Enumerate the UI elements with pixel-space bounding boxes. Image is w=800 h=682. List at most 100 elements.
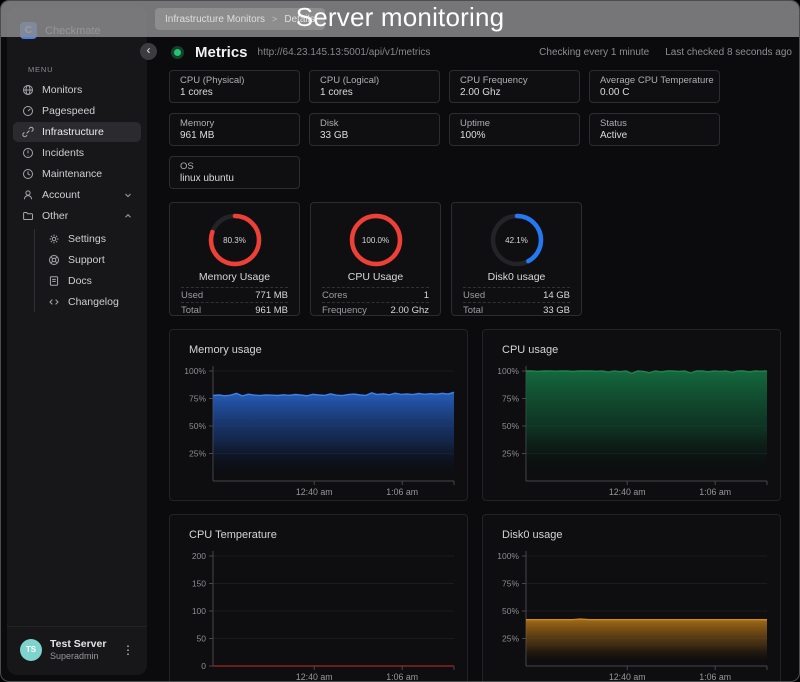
support-icon	[48, 254, 60, 266]
sidebar-item-pagespeed[interactable]: Pagespeed	[13, 101, 141, 121]
svg-text:1:06 am: 1:06 am	[699, 672, 731, 682]
svg-text:12:40 am: 12:40 am	[609, 672, 646, 682]
gauge-stat-row: Used771 MB	[181, 287, 288, 302]
svg-text:12:40 am: 12:40 am	[296, 672, 333, 682]
sidebar-item-label: Support	[68, 254, 133, 266]
checking-interval-text: Checking every 1 minute	[539, 47, 649, 58]
sidebar-item-other[interactable]: Other	[13, 206, 141, 226]
sidebar-item-incidents[interactable]: Incidents	[13, 143, 141, 163]
link-icon	[22, 126, 34, 138]
info-card-label: CPU Frequency	[460, 75, 569, 86]
sidebar-item-account[interactable]: Account	[13, 185, 141, 205]
sidebar-item-maintenance[interactable]: Maintenance	[13, 164, 141, 184]
chart-card-disk0-usage: Disk0 usage 100% 75% 50% 25% 12:40 am 1:06 am	[482, 514, 781, 682]
user-menu-kebab-icon[interactable]: ⋮	[119, 643, 137, 657]
stat-label: Used	[463, 290, 485, 301]
info-card-status: StatusActive	[589, 113, 720, 146]
svg-text:50%: 50%	[502, 606, 519, 616]
sidebar-item-docs[interactable]: Docs	[39, 271, 141, 291]
svg-text:25%: 25%	[502, 634, 519, 644]
info-card-average-cpu-temperature: Average CPU Temperature0.00 C	[589, 70, 720, 103]
stat-label: Cores	[322, 290, 347, 301]
docs-icon	[48, 275, 60, 287]
sidebar-item-label: Changelog	[68, 296, 133, 308]
info-card-label: Uptime	[460, 118, 569, 129]
svg-text:0: 0	[201, 661, 206, 671]
collapse-sidebar-button[interactable]: ‹	[140, 43, 157, 60]
svg-text:50%: 50%	[502, 421, 519, 431]
sidebar-item-settings[interactable]: Settings	[39, 229, 141, 249]
gauge-ring: 42.1%	[489, 212, 545, 268]
svg-text:75%: 75%	[189, 394, 206, 404]
gauge-stat-row: Cores1	[322, 287, 429, 302]
gauge-stats: Used771 MBTotal961 MB	[181, 287, 288, 317]
gauge-title: CPU Usage	[348, 271, 403, 283]
sidebar-menu: Monitors Pagespeed InfrastructureIncidents…	[7, 80, 147, 312]
monitor-header: Metrics http://64.23.145.13:5001/api/v1/…	[171, 43, 792, 61]
clock-icon	[22, 168, 34, 180]
info-card-value: linux ubuntu	[180, 173, 289, 184]
gauge-card-memory-usage: 80.3%Memory UsageUsed771 MBTotal961 MB	[169, 202, 300, 316]
gauge-percent: 42.1%	[489, 212, 545, 268]
user-card[interactable]: TS Test Server Superadmin ⋮	[7, 626, 147, 675]
stat-label: Total	[463, 305, 483, 316]
sidebar-item-changelog[interactable]: Changelog	[39, 292, 141, 312]
stat-value: 14 GB	[543, 290, 570, 301]
info-card-os: OSlinux ubuntu	[169, 156, 300, 189]
info-card-value: 2.00 Ghz	[460, 87, 569, 98]
svg-text:12:40 am: 12:40 am	[296, 487, 333, 497]
sidebar-item-label: Account	[42, 189, 115, 201]
chart-title: Disk0 usage	[502, 529, 563, 541]
stat-label: Used	[181, 290, 203, 301]
info-card-label: Average CPU Temperature	[600, 75, 709, 86]
gauge-title: Disk0 usage	[488, 271, 546, 283]
svg-text:25%: 25%	[189, 449, 206, 459]
sidebar-item-infrastructure[interactable]: Infrastructure	[13, 122, 141, 142]
info-card-label: Memory	[180, 118, 289, 129]
status-dot-icon	[171, 46, 184, 59]
code-icon	[48, 296, 60, 308]
svg-text:50%: 50%	[189, 421, 206, 431]
gauge-percent: 80.3%	[207, 212, 263, 268]
info-card-value: Active	[600, 130, 709, 141]
svg-text:200: 200	[192, 551, 206, 561]
svg-text:50: 50	[197, 634, 207, 644]
gauge-stats: Used 14 GB Total 33 GB	[463, 287, 570, 317]
svg-text:100%: 100%	[497, 551, 519, 561]
chart-title: CPU Temperature	[189, 529, 277, 541]
sidebar-item-label: Pagespeed	[42, 105, 133, 117]
svg-text:1:06 am: 1:06 am	[386, 487, 418, 497]
gauge-percent: 100.0%	[348, 212, 404, 268]
chevron-up-icon	[123, 211, 133, 221]
svg-text:100%: 100%	[497, 366, 519, 376]
sidebar-item-monitors[interactable]: Monitors	[13, 80, 141, 100]
monitor-url[interactable]: http://64.23.145.13:5001/api/v1/metrics	[258, 47, 540, 58]
chevron-down-icon	[123, 190, 133, 200]
user-name: Test Server	[50, 638, 111, 651]
sidebar-item-support[interactable]: Support	[39, 250, 141, 270]
info-card-value: 961 MB	[180, 130, 289, 141]
svg-text:100: 100	[192, 606, 206, 616]
info-card-memory: Memory961 MB	[169, 113, 300, 146]
gauge-card-grid: 80.3%Memory UsageUsed771 MBTotal961 MB 10…	[169, 202, 779, 316]
info-card-label: Status	[600, 118, 709, 129]
sidebar-item-label: Other	[42, 210, 115, 222]
svg-text:150: 150	[192, 579, 206, 589]
svg-text:75%: 75%	[502, 579, 519, 589]
sidebar-item-label: Monitors	[42, 84, 133, 96]
svg-text:1:06 am: 1:06 am	[386, 672, 418, 682]
info-card-label: CPU (Physical)	[180, 75, 289, 86]
info-card-cpu-logical: CPU (Logical)1 cores	[309, 70, 440, 103]
info-card-value: 0.00 C	[600, 87, 709, 98]
info-card-grid: CPU (Physical)1 coresCPU (Logical)1 core…	[169, 70, 779, 189]
sidebar: C Checkmate MENU MonitorsPagespeedInfras…	[7, 7, 147, 675]
info-card-cpu-frequency: CPU Frequency2.00 Ghz	[449, 70, 580, 103]
svg-text:75%: 75%	[502, 394, 519, 404]
gauge-card-disk0-usage: 42.1% Disk0 usageUsed 14 GB Total 33 GB	[451, 202, 582, 316]
stat-label: Frequency	[322, 305, 367, 316]
info-card-value: 33 GB	[320, 130, 429, 141]
overlay-title: Server monitoring	[1, 2, 799, 33]
chart-title: Memory usage	[189, 344, 262, 356]
sidebar-item-label: Settings	[68, 233, 133, 245]
stat-value: 33 GB	[543, 305, 570, 316]
